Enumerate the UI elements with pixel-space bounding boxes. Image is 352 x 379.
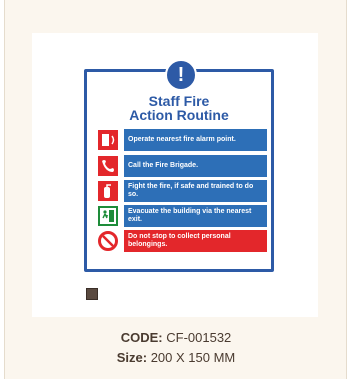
phone-icon [98, 156, 118, 176]
step-text: Evacuate the building via the nearest ex… [124, 205, 267, 227]
step-text: Call the Fire Brigade. [124, 155, 267, 177]
step-text: Do not stop to collect personal belongin… [124, 230, 267, 252]
product-size: Size: 200 X 150 MM [0, 350, 352, 365]
product-code: CODE: CF-001532 [0, 330, 352, 345]
step-text: Operate nearest fire alarm point. [124, 129, 267, 151]
no-entry-icon [98, 231, 118, 251]
exclamation-icon: ! [165, 59, 197, 91]
code-value: CF-001532 [166, 330, 232, 345]
step-text: Fight the fire, if safe and trained to d… [124, 180, 267, 202]
step-row: Evacuate the building via the nearest ex… [98, 205, 267, 227]
material-swatch-icon[interactable] [86, 288, 98, 300]
step-row: Do not stop to collect personal belongin… [98, 230, 267, 252]
sign-title-line1: Staff Fire [148, 93, 210, 109]
size-value: 200 X 150 MM [150, 350, 236, 365]
sign-title-line2: Action Routine [129, 107, 229, 123]
code-label: CODE: [120, 330, 163, 345]
fire-extinguisher-icon [98, 181, 118, 201]
size-label: Size: [116, 350, 148, 365]
step-row: Operate nearest fire alarm point. [98, 129, 267, 151]
step-row: Fight the fire, if safe and trained to d… [98, 180, 267, 202]
sign-title: Staff Fire Action Routine [87, 94, 271, 122]
fire-alarm-icon [98, 130, 118, 150]
fire-action-sign: ! Staff Fire Action Routine Operate near… [84, 59, 274, 272]
step-row: Call the Fire Brigade. [98, 155, 267, 177]
exit-icon [98, 206, 118, 226]
